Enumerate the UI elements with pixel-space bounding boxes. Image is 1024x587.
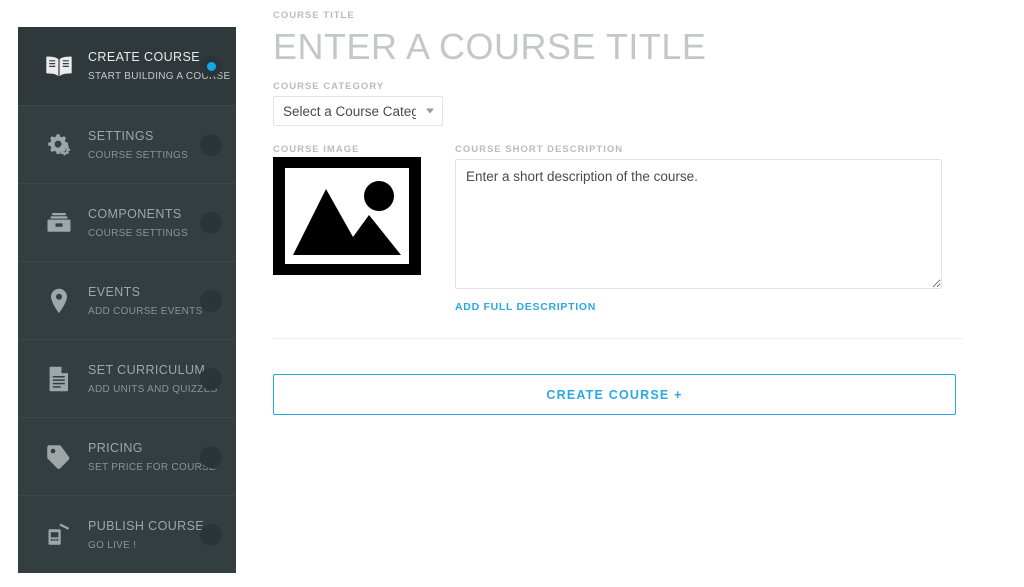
course-description-label: COURSE SHORT DESCRIPTION: [455, 144, 624, 155]
sidebar-item-subtitle: COURSE SETTINGS: [88, 227, 189, 239]
sidebar-item-title: COMPONENTS: [88, 206, 182, 221]
sidebar-item-components[interactable]: COMPONENTS COURSE SETTINGS: [18, 183, 236, 261]
sidebar-item-status-dot[interactable]: [200, 367, 222, 390]
toolbox-icon: [44, 208, 74, 238]
sidebar-item-status-dot[interactable]: [200, 523, 222, 546]
course-description-field: COURSE SHORT DESCRIPTION ADD FULL DESCRI…: [455, 144, 973, 315]
sidebar-item-text: EVENTS ADD COURSE EVENTS: [88, 283, 203, 319]
course-form: COURSE TITLE COURSE CATEGORY Select a Co…: [273, 0, 973, 587]
sidebar-item-status-dot[interactable]: [200, 445, 222, 468]
create-course-button[interactable]: CREATE COURSE +: [273, 374, 956, 415]
sidebar-item-status-dot[interactable]: [200, 211, 222, 234]
section-divider: [273, 338, 963, 339]
sidebar-item-subtitle: COURSE SETTINGS: [88, 149, 189, 161]
add-full-description-link[interactable]: ADD FULL DESCRIPTION: [455, 301, 596, 313]
sidebar: CREATE COURSE START BUILDING A COURSE SE…: [18, 27, 236, 573]
sidebar-item-title: SETTINGS: [88, 128, 154, 143]
course-category-select[interactable]: Select a Course Category: [273, 96, 443, 126]
sidebar-item-subtitle: ADD UNITS AND QUIZZES: [88, 383, 218, 395]
sidebar-item-publish-course[interactable]: PUBLISH COURSE GO LIVE !: [18, 495, 236, 573]
sidebar-item-subtitle: GO LIVE !: [88, 539, 137, 551]
sidebar-item-text: COMPONENTS COURSE SETTINGS: [88, 205, 200, 241]
gears-icon: [44, 130, 74, 160]
sidebar-item-title: SET CURRICULUM: [88, 362, 206, 377]
sidebar-item-text: SETTINGS COURSE SETTINGS: [88, 127, 200, 163]
media-row: COURSE IMAGE COURSE SHORT DESCRIPTION En…: [273, 144, 973, 315]
course-image-upload[interactable]: [273, 156, 421, 280]
course-short-description-input[interactable]: [455, 159, 942, 289]
price-tag-icon: [44, 442, 74, 472]
photo-placeholder-icon: [273, 156, 421, 280]
sidebar-item-text: PRICING SET PRICE FOR COURSE: [88, 439, 216, 475]
sidebar-item-status-dot[interactable]: [200, 55, 222, 77]
course-image-field: COURSE IMAGE: [273, 144, 443, 277]
megaphone-icon: [44, 520, 74, 550]
course-creator-app: CREATE COURSE START BUILDING A COURSE SE…: [0, 0, 1024, 587]
sidebar-item-title: CREATE COURSE: [88, 50, 200, 64]
map-pin-icon: [44, 286, 74, 316]
sidebar-item-text: PUBLISH COURSE GO LIVE !: [88, 517, 204, 553]
document-icon: [44, 364, 74, 394]
sidebar-item-text: SET CURRICULUM ADD UNITS AND QUIZZES: [88, 361, 217, 397]
course-category-select-wrapper: Select a Course Category: [273, 96, 443, 126]
sidebar-item-subtitle: ADD COURSE EVENTS: [88, 305, 203, 317]
sidebar-item-subtitle: SET PRICE FOR COURSE: [88, 461, 217, 473]
sidebar-item-settings[interactable]: SETTINGS COURSE SETTINGS: [18, 105, 236, 183]
course-title-label: COURSE TITLE: [273, 10, 355, 21]
book-open-icon: [44, 51, 74, 81]
sidebar-item-status-dot[interactable]: [200, 133, 222, 156]
sidebar-item-set-curriculum[interactable]: SET CURRICULUM ADD UNITS AND QUIZZES: [18, 339, 236, 417]
sidebar-item-title: PUBLISH COURSE: [88, 518, 205, 533]
sidebar-item-status-dot[interactable]: [200, 289, 222, 312]
sidebar-item-create-course[interactable]: CREATE COURSE START BUILDING A COURSE: [18, 27, 236, 105]
sidebar-item-title: EVENTS: [88, 284, 141, 299]
course-category-label: COURSE CATEGORY: [273, 81, 385, 92]
sidebar-item-events[interactable]: EVENTS ADD COURSE EVENTS: [18, 261, 236, 339]
course-category-field: COURSE CATEGORY Select a Course Category: [273, 81, 973, 126]
sidebar-item-text: CREATE COURSE START BUILDING A COURSE: [88, 48, 230, 84]
course-title-input[interactable]: [273, 25, 956, 69]
sidebar-item-pricing[interactable]: PRICING SET PRICE FOR COURSE: [18, 417, 236, 495]
course-image-label: COURSE IMAGE: [273, 144, 360, 155]
sidebar-item-title: PRICING: [88, 440, 143, 455]
